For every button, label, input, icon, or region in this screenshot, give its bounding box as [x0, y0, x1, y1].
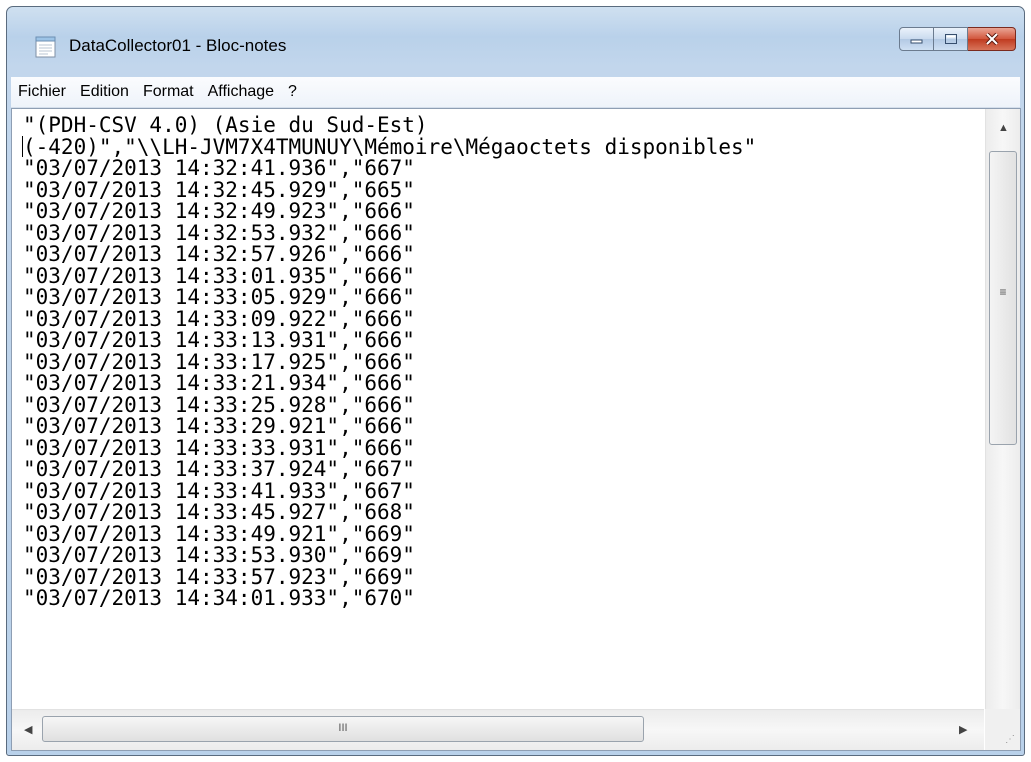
menu-edition[interactable]: Edition — [73, 77, 136, 107]
text-line[interactable]: "03/07/2013 14:33:01.935","666" — [23, 265, 415, 287]
text-line[interactable]: "03/07/2013 14:34:01.933","670" — [23, 588, 415, 609]
text-line[interactable]: "03/07/2013 14:32:57.926","666" — [23, 244, 415, 265]
text-line[interactable]: "03/07/2013 14:33:45.927","668" — [23, 502, 415, 523]
scroll-right-arrow-icon[interactable]: ▶ — [959, 723, 967, 736]
text-line[interactable]: "03/07/2013 14:33:29.921","666" — [23, 416, 415, 437]
text-line[interactable]: "(PDH-CSV 4.0) (Asie du Sud-Est) — [23, 115, 428, 136]
maximize-button[interactable] — [934, 27, 968, 51]
notepad-window: DataCollector01 - Bloc-notes Fichier Edi… — [6, 6, 1025, 756]
window-title: DataCollector01 - Bloc-notes — [69, 36, 287, 55]
text-line[interactable]: "03/07/2013 14:32:41.936","667" — [23, 158, 415, 179]
vertical-scrollbar[interactable]: ▲ ≡ — [985, 109, 1020, 710]
vertical-scroll-thumb[interactable]: ≡ — [989, 151, 1017, 445]
text-line[interactable]: "03/07/2013 14:33:49.921","669" — [23, 523, 415, 545]
scroll-left-arrow-icon[interactable]: ◀ — [24, 723, 32, 736]
text-line[interactable]: "03/07/2013 14:32:49.923","666" — [23, 201, 415, 222]
menu-affichage[interactable]: Affichage — [201, 77, 281, 107]
minimize-icon — [910, 39, 922, 44]
menu-help[interactable]: ? — [281, 77, 304, 107]
vertical-grip-icon: ≡ — [999, 285, 1007, 299]
text-line[interactable]: "03/07/2013 14:33:05.929","666" — [23, 287, 415, 308]
text-line[interactable]: "03/07/2013 14:33:37.924","667" — [23, 459, 415, 480]
close-button[interactable] — [968, 27, 1016, 51]
text-line[interactable]: "03/07/2013 14:33:21.934","666" — [23, 373, 415, 394]
text-line[interactable]: "03/07/2013 14:33:17.925","666" — [23, 351, 415, 373]
text-content-area[interactable]: "(PDH-CSV 4.0) (Asie du Sud-Est) (-420)",… — [12, 109, 984, 710]
horizontal-scrollbar[interactable]: ◀ III ▶ — [12, 709, 984, 750]
text-line[interactable]: "03/07/2013 14:33:57.923","669" — [23, 566, 415, 588]
horizontal-scroll-thumb[interactable]: III — [42, 716, 644, 742]
menu-bar: Fichier Edition Format Affichage ? — [11, 77, 1020, 108]
text-line[interactable]: (-420)","\\LH-JVM7X4TMUNUY\Mémoire\Mégao… — [23, 136, 756, 158]
scrollbar-corner: ⋰ — [985, 709, 1020, 750]
menu-format[interactable]: Format — [136, 77, 201, 107]
text-line[interactable]: "03/07/2013 14:33:33.931","666" — [23, 437, 415, 459]
menu-fichier[interactable]: Fichier — [11, 77, 73, 107]
close-icon — [985, 33, 998, 45]
minimize-button[interactable] — [899, 27, 934, 51]
text-line[interactable]: "03/07/2013 14:32:45.929","665" — [23, 179, 415, 201]
maximize-icon — [944, 34, 957, 44]
text-line[interactable]: "03/07/2013 14:33:41.933","667" — [23, 480, 415, 502]
horizontal-grip-icon: III — [338, 722, 348, 734]
title-bar[interactable]: DataCollector01 - Bloc-notes — [7, 7, 1024, 58]
text-line[interactable]: "03/07/2013 14:33:13.931","666" — [23, 330, 415, 351]
text-line[interactable]: "03/07/2013 14:33:25.928","666" — [23, 394, 415, 416]
scroll-up-arrow-icon[interactable]: ▲ — [998, 122, 1009, 134]
text-editor[interactable]: "(PDH-CSV 4.0) (Asie du Sud-Est) (-420)",… — [11, 108, 1021, 751]
notepad-icon — [35, 36, 56, 58]
text-line[interactable]: "03/07/2013 14:33:53.930","669" — [23, 545, 415, 566]
resize-grip-icon[interactable]: ⋰ — [1005, 734, 1015, 745]
caption-buttons — [899, 27, 1016, 51]
text-line[interactable]: "03/07/2013 14:33:09.922","666" — [23, 308, 415, 330]
text-line[interactable]: "03/07/2013 14:32:53.932","666" — [23, 222, 415, 244]
